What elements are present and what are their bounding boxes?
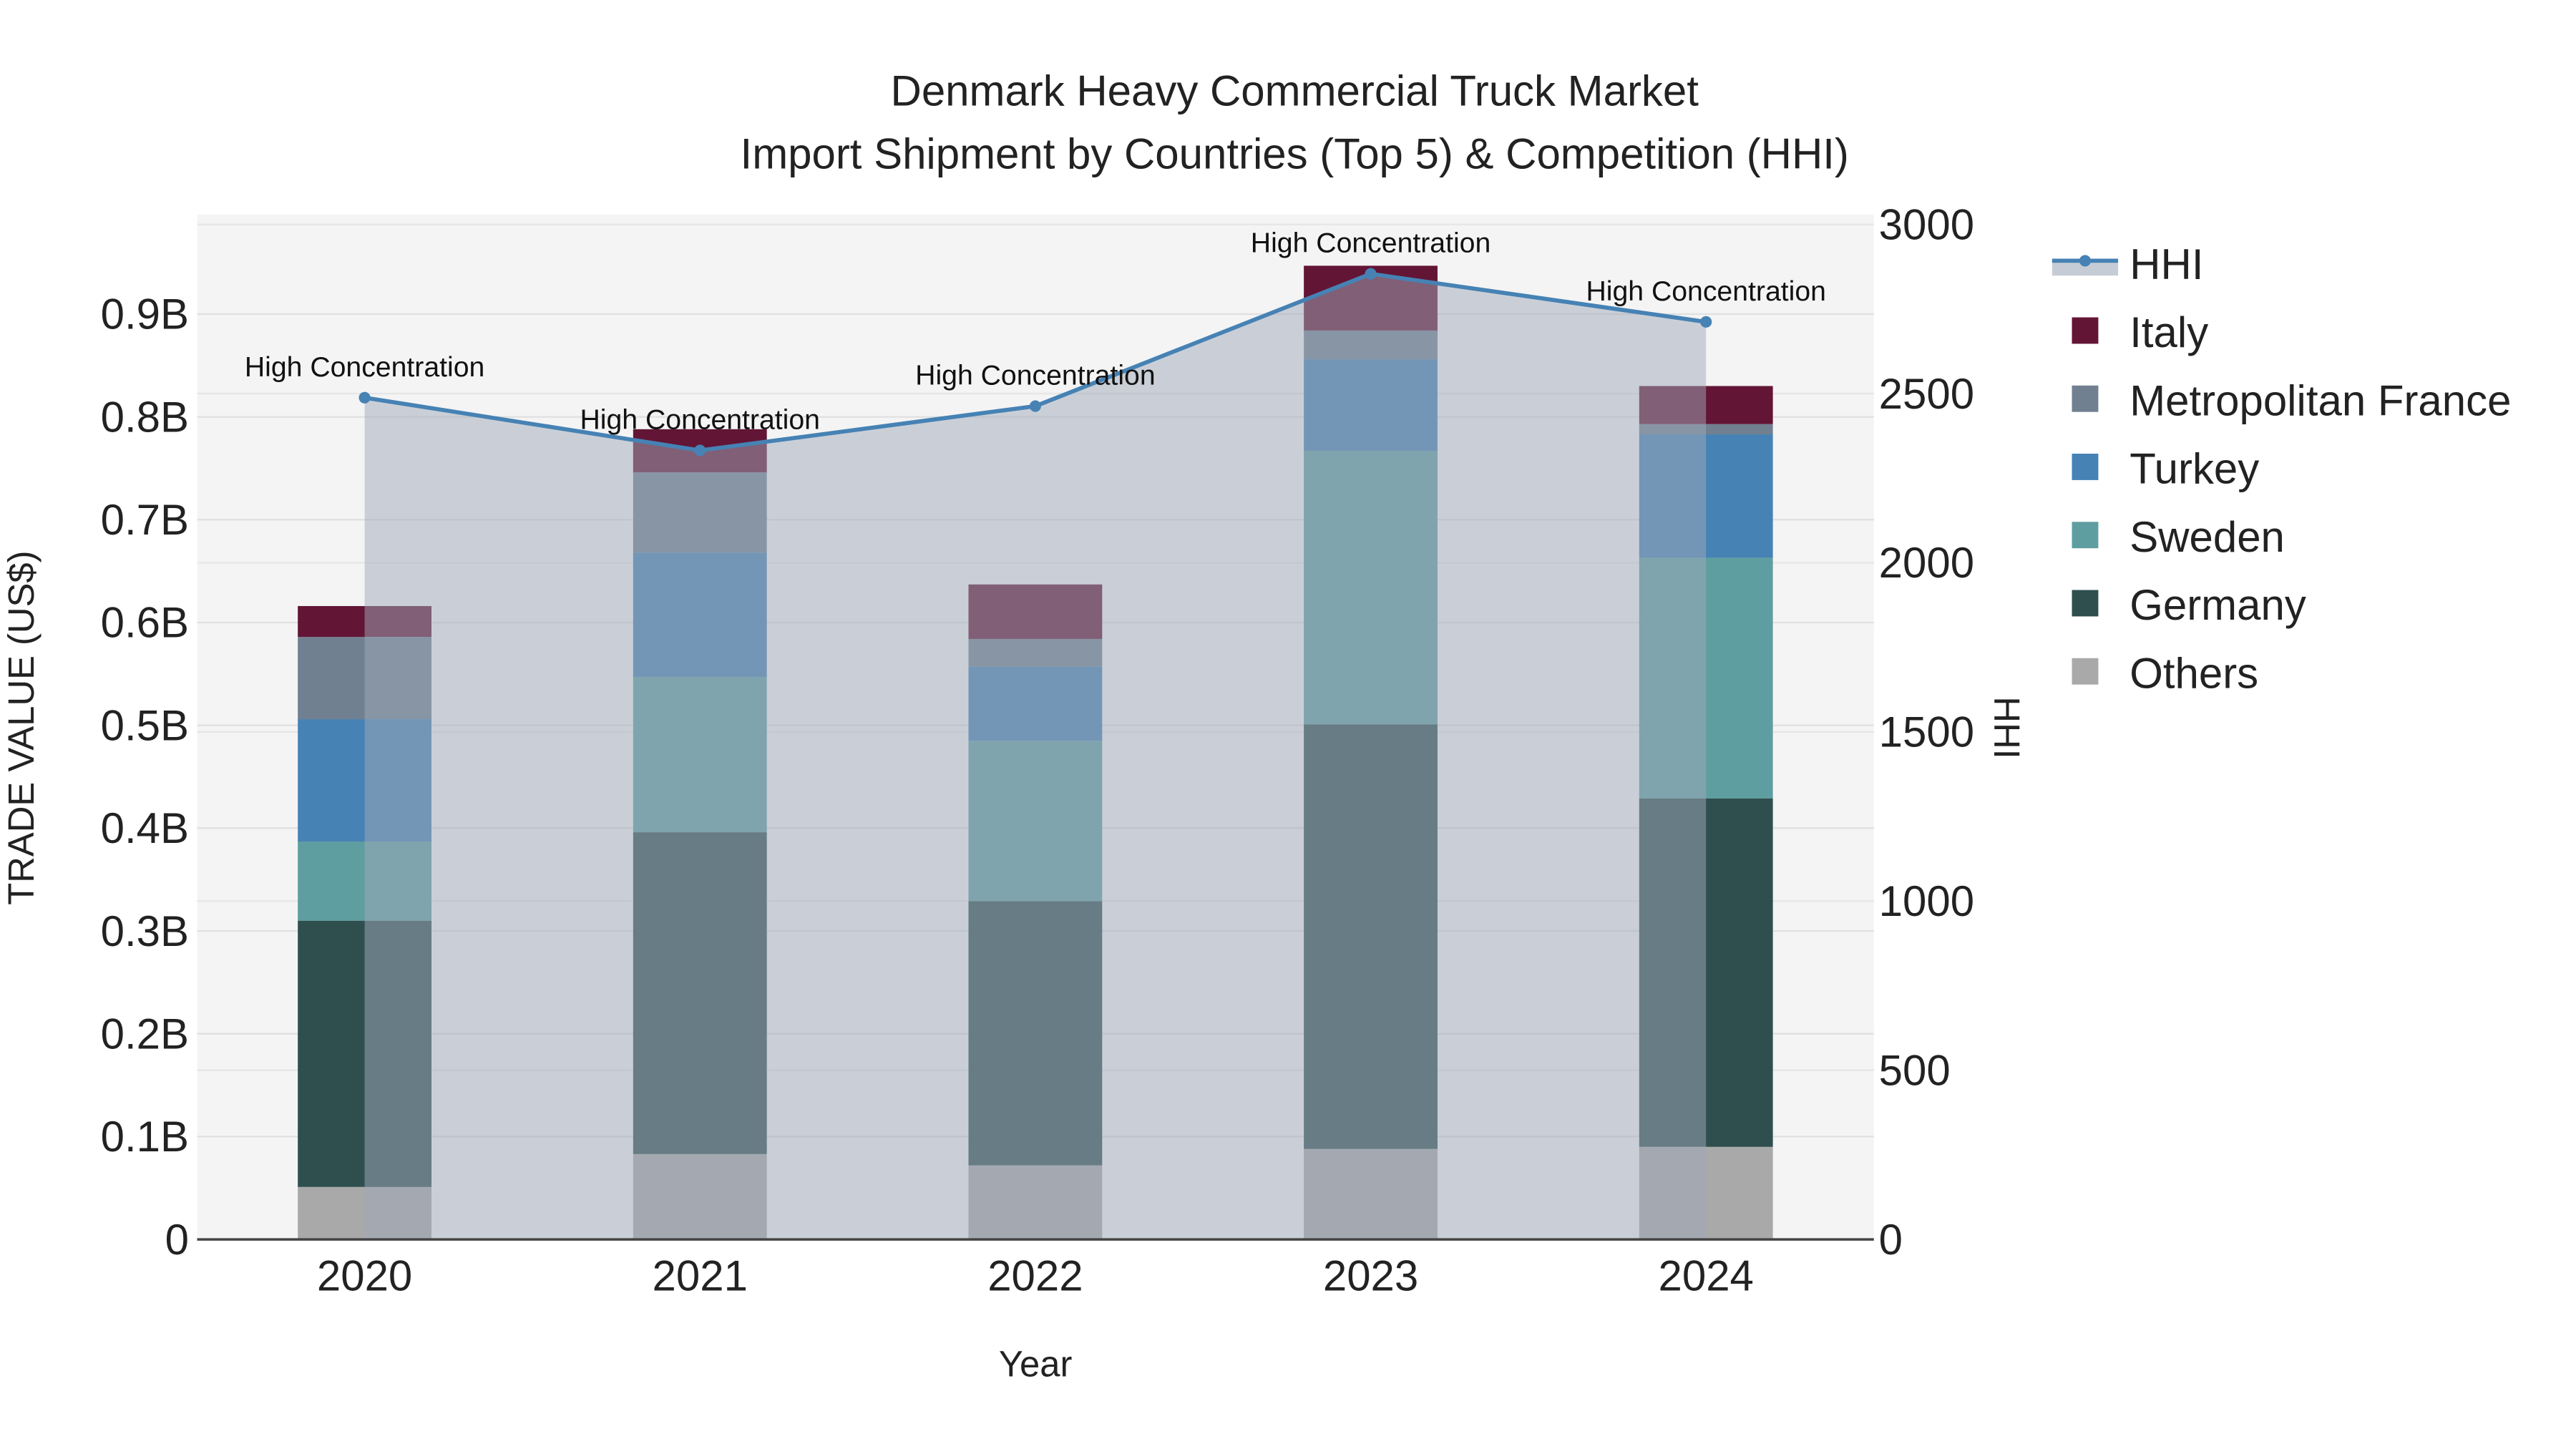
y-tick-label: 0.2B [101,1010,189,1058]
y-tick-label: 0.1B [101,1113,189,1161]
chart: Denmark Heavy Commercial Truck Market Im… [1,67,2511,1385]
hhi-point-2023 [1365,268,1377,280]
legend-label: Sweden [2129,513,2285,561]
hhi-annotation: High Concentration [915,361,1155,391]
legend-swatch-italy [2072,317,2099,344]
legend-label: Germany [2129,581,2306,629]
y-tick-label: 0.8B [101,393,189,441]
y2-tick-label: 0 [1879,1216,1903,1264]
legend-label: Italy [2129,308,2208,356]
chart-title-line2: Import Shipment by Countries (Top 5) & C… [741,130,1849,177]
y2-tick-label: 3000 [1879,200,1974,248]
hhi-point-2021 [694,444,706,457]
y-tick-label: 0 [165,1216,189,1264]
y-tick-label: 0.9B [101,291,189,338]
x-tick-label: 2021 [653,1252,748,1300]
legend-label-hhi: HHI [2129,240,2203,288]
hhi-annotation: High Concentration [1586,276,1825,307]
y2-axis-label: HHI [1986,696,2027,758]
legend-hhi-marker [2079,255,2092,267]
hhi-annotation: High Concentration [245,352,484,383]
hhi-point-2022 [1029,400,1041,412]
chart-title-line1: Denmark Heavy Commercial Truck Market [891,67,1699,115]
y2-tick-label: 2500 [1879,370,1974,418]
y-tick-label: 0.7B [101,496,189,544]
legend-swatch-metropolitan-france [2072,385,2099,412]
legend-swatch-others [2072,658,2099,685]
legend-label: Others [2129,649,2258,697]
x-axis-label: Year [999,1344,1073,1385]
y-tick-label: 0.4B [101,804,189,852]
legend-label: Turkey [2129,445,2259,493]
y-tick-label: 0.3B [101,907,189,955]
x-tick-label: 2023 [1323,1252,1418,1300]
y-axis-label: TRADE VALUE (US$) [1,550,42,904]
x-tick-label: 2020 [317,1252,412,1300]
y2-tick-label: 1500 [1879,708,1974,756]
hhi-point-2024 [1700,316,1712,328]
y2-tick-label: 1000 [1879,877,1974,925]
hhi-annotation: High Concentration [1251,228,1491,259]
hhi-point-2020 [358,391,371,404]
x-tick-label: 2024 [1659,1252,1754,1300]
legend-label: Metropolitan France [2129,376,2511,424]
x-tick-label: 2022 [987,1252,1083,1300]
y2-tick-label: 500 [1879,1046,1951,1094]
legend-swatch-sweden [2072,522,2099,549]
legend-swatch-germany [2072,590,2099,617]
y-tick-label: 0.6B [101,599,189,647]
hhi-annotation: High Concentration [580,405,820,436]
y2-tick-label: 2000 [1879,539,1974,587]
y-tick-label: 0.5B [101,701,189,749]
legend-swatch-turkey [2072,454,2099,480]
